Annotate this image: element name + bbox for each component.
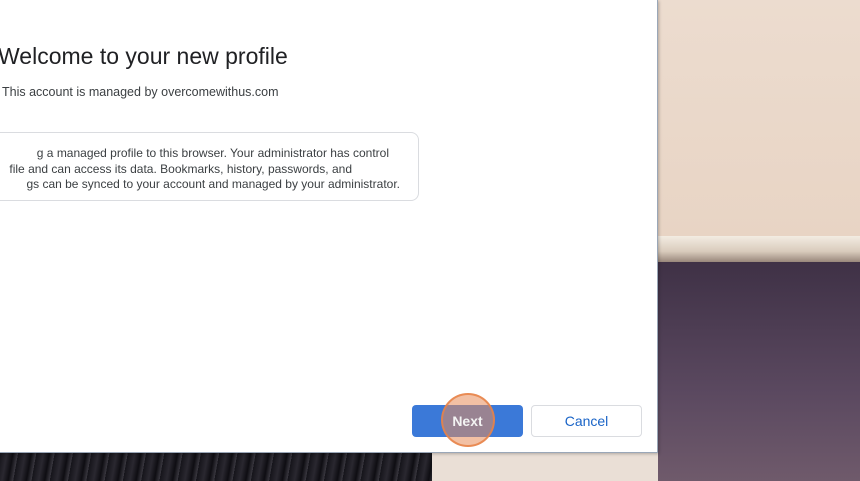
background-light-strip: [432, 452, 658, 481]
info-line: gs can be synced to your account and man…: [26, 177, 400, 191]
dialog-title: Welcome to your new profile: [0, 43, 288, 69]
background-dark-texture: [0, 452, 432, 481]
profile-welcome-dialog: Welcome to your new profile This account…: [0, 0, 658, 453]
info-line: file and can access its data. Bookmarks,…: [9, 161, 352, 176]
info-line: g a managed profile to this browser. You…: [36, 146, 389, 160]
managed-profile-info-box: g a managed profile to this browser. You…: [0, 132, 419, 201]
managed-profile-info-text: g a managed profile to this browser. You…: [0, 146, 400, 193]
cancel-button-label: Cancel: [564, 413, 609, 429]
next-button[interactable]: Next: [412, 405, 523, 437]
next-button-label: Next: [452, 413, 483, 429]
background-ledge: [658, 236, 860, 264]
cancel-button[interactable]: Cancel: [531, 405, 642, 437]
background-shadow-area: [658, 262, 860, 481]
background-wall: [658, 0, 860, 240]
managed-account-notice: This account is managed by overcomewithu…: [2, 85, 279, 99]
